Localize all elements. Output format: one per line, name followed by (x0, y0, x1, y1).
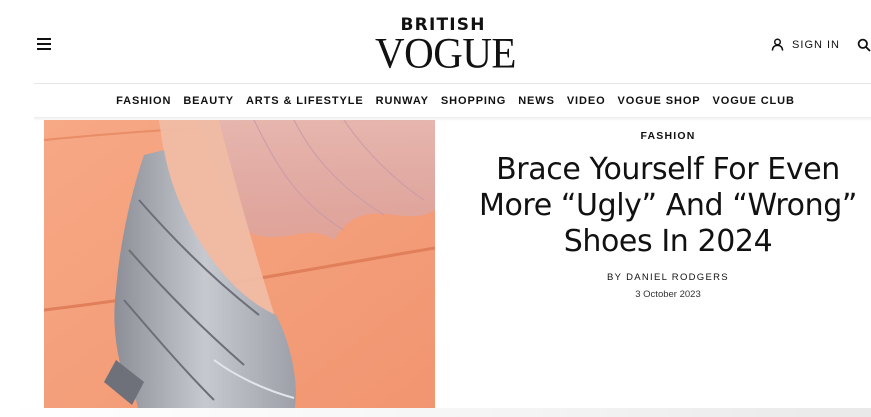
article-byline[interactable]: BY DANIEL RODGERS (456, 272, 871, 283)
article-date: 3 October 2023 (635, 289, 701, 300)
bottom-shade (0, 408, 871, 417)
nav-item-shopping[interactable]: SHOPPING (441, 95, 506, 107)
main-navigation: FASHION BEAUTY ARTS & LIFESTYLE RUNWAY S… (20, 84, 871, 118)
nav-item-video[interactable]: VIDEO (567, 95, 606, 107)
nav-item-vogue-shop[interactable]: VOGUE SHOP (618, 95, 701, 107)
featured-article: FASHION Brace Yourself For Even More “Ug… (456, 120, 871, 300)
sign-in-label: SIGN IN (792, 38, 840, 51)
hero-image[interactable] (44, 120, 435, 413)
nav-item-arts-lifestyle[interactable]: ARTS & LIFESTYLE (246, 95, 364, 107)
nav-item-beauty[interactable]: BEAUTY (183, 95, 234, 107)
site-header: BRITISH VOGUE SIGN IN (0, 0, 871, 84)
shoe-photo (44, 120, 435, 413)
brand-logo[interactable]: BRITISH VOGUE (0, 14, 871, 78)
nav-item-runway[interactable]: RUNWAY (376, 95, 429, 107)
article-headline[interactable]: Brace Yourself For Even More “Ugly” And … (456, 152, 871, 260)
article-category[interactable]: FASHION (456, 130, 871, 142)
sign-in-button[interactable]: SIGN IN (771, 38, 840, 51)
nav-item-fashion[interactable]: FASHION (116, 95, 171, 107)
search-icon[interactable] (857, 38, 871, 52)
brand-logo-main: VOGUE (375, 28, 516, 78)
user-icon (771, 38, 784, 51)
nav-item-news[interactable]: NEWS (518, 95, 555, 107)
nav-item-vogue-club[interactable]: VOGUE CLUB (713, 95, 795, 107)
